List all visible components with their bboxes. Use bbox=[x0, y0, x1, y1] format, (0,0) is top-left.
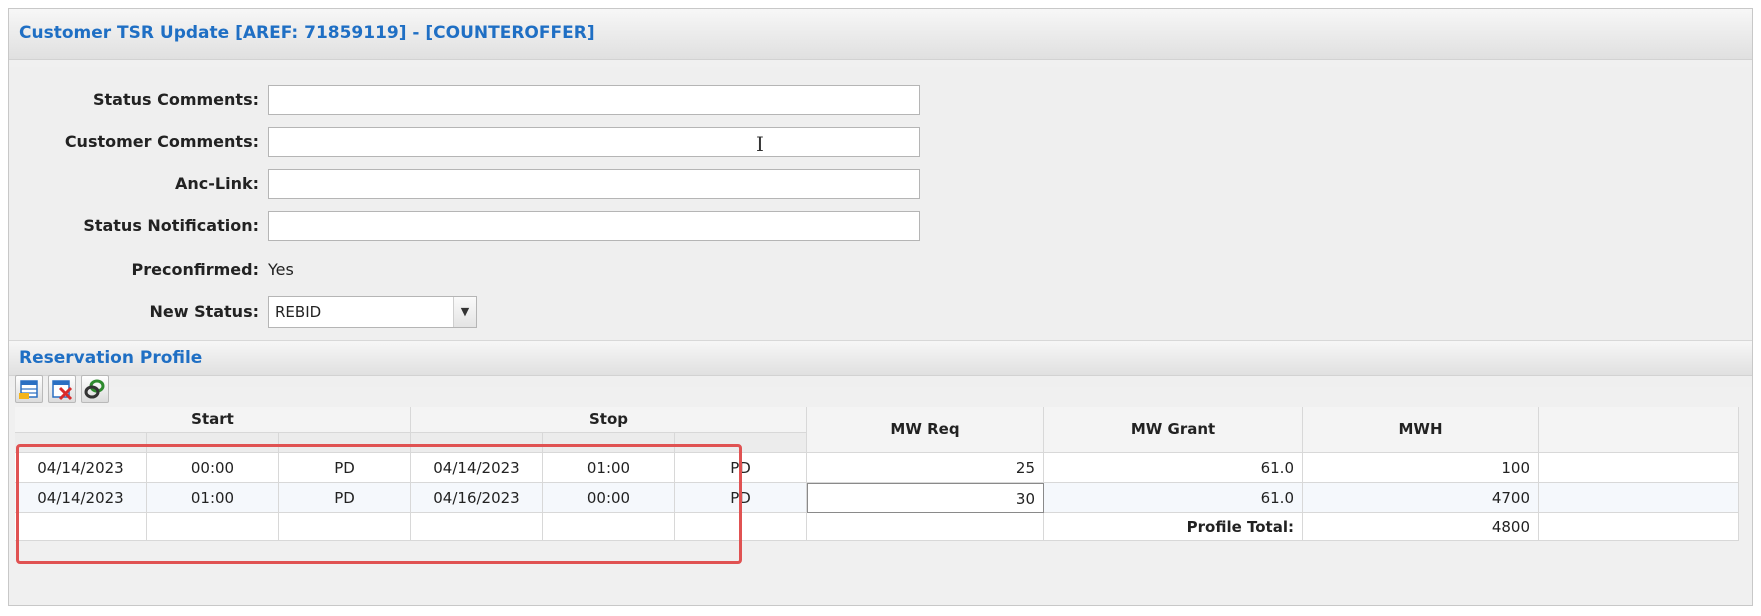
new-status-value: REBID bbox=[275, 303, 322, 321]
status-notification-row: Status Notification: bbox=[9, 209, 1752, 243]
total-filler-2 bbox=[147, 513, 279, 541]
customer-comments-row: Customer Comments: bbox=[9, 125, 1752, 159]
status-notification-label: Status Notification: bbox=[83, 216, 259, 235]
stop-time-subheader bbox=[543, 433, 675, 453]
text-cursor-icon: I bbox=[756, 132, 764, 156]
customer-comments-label: Customer Comments: bbox=[64, 132, 259, 151]
total-filler-3 bbox=[279, 513, 411, 541]
row2-mw-grant[interactable]: 61.0 bbox=[1044, 483, 1303, 513]
total-filler-4 bbox=[411, 513, 543, 541]
row1-start-tz[interactable]: PD bbox=[279, 453, 411, 483]
row1-stop-tz[interactable]: PD bbox=[675, 453, 807, 483]
mw-grant-column-header[interactable]: MW Grant bbox=[1044, 407, 1303, 453]
stop-date-subheader bbox=[411, 433, 543, 453]
new-status-label: New Status: bbox=[149, 302, 259, 321]
update-form: Status Comments: Customer Comments: Anc-… bbox=[9, 67, 1752, 387]
row1-mw-grant[interactable]: 61.0 bbox=[1044, 453, 1303, 483]
row1-mw-req[interactable]: 25 bbox=[807, 453, 1044, 483]
link-icon bbox=[84, 379, 105, 399]
start-tz-subheader bbox=[279, 433, 411, 453]
mwh-column-header[interactable]: MWH bbox=[1303, 407, 1539, 453]
start-column-header[interactable]: Start bbox=[15, 407, 411, 433]
reservation-profile-header: Reservation Profile bbox=[9, 340, 1752, 376]
start-date-subheader bbox=[15, 433, 147, 453]
panel-header: Customer TSR Update [AREF: 71859119] - [… bbox=[9, 9, 1752, 60]
profile-total-label: Profile Total: bbox=[1044, 513, 1303, 541]
row2-mw-req-editor[interactable]: 30 bbox=[807, 483, 1044, 513]
anc-link-row: Anc-Link: bbox=[9, 167, 1752, 201]
delete-row-icon bbox=[52, 380, 73, 401]
stop-column-header[interactable]: Stop bbox=[411, 407, 807, 433]
status-comments-label: Status Comments: bbox=[93, 90, 259, 109]
total-filler-8 bbox=[1539, 513, 1739, 541]
filler-column-header bbox=[1539, 407, 1739, 453]
new-status-select[interactable]: REBID ▼ bbox=[268, 296, 477, 328]
row2-start-tz[interactable]: PD bbox=[279, 483, 411, 513]
preconfirmed-label: Preconfirmed: bbox=[131, 260, 259, 279]
reservation-profile-title: Reservation Profile bbox=[19, 348, 203, 368]
new-status-row: New Status: REBID ▼ bbox=[9, 295, 1752, 329]
row2-stop-time[interactable]: 00:00 bbox=[543, 483, 675, 513]
customer-comments-input[interactable] bbox=[268, 127, 920, 157]
row1-stop-time[interactable]: 01:00 bbox=[543, 453, 675, 483]
row2-start-time[interactable]: 01:00 bbox=[147, 483, 279, 513]
reservation-profile-grid: Start Stop MW Req MW Grant MWH 04/14/202… bbox=[15, 407, 1741, 559]
customer-tsr-update-panel: Customer TSR Update [AREF: 71859119] - [… bbox=[8, 8, 1753, 606]
row1-stop-date[interactable]: 04/14/2023 bbox=[411, 453, 543, 483]
add-row-button[interactable] bbox=[15, 375, 43, 403]
chevron-down-icon[interactable]: ▼ bbox=[453, 297, 476, 327]
row1-filler bbox=[1539, 453, 1739, 483]
preconfirmed-row: Preconfirmed: Yes bbox=[9, 253, 1752, 287]
preconfirmed-value: Yes bbox=[268, 260, 294, 279]
total-filler-6 bbox=[675, 513, 807, 541]
status-comments-row: Status Comments: bbox=[9, 83, 1752, 117]
status-notification-input[interactable] bbox=[268, 211, 920, 241]
row1-start-date[interactable]: 04/14/2023 bbox=[15, 453, 147, 483]
anc-link-input[interactable] bbox=[268, 169, 920, 199]
row2-start-date[interactable]: 04/14/2023 bbox=[15, 483, 147, 513]
total-filler-5 bbox=[543, 513, 675, 541]
profile-total-mwh: 4800 bbox=[1303, 513, 1539, 541]
row1-mwh[interactable]: 100 bbox=[1303, 453, 1539, 483]
total-filler-7 bbox=[807, 513, 1044, 541]
total-filler-1 bbox=[15, 513, 147, 541]
mw-req-column-header[interactable]: MW Req bbox=[807, 407, 1044, 453]
stop-tz-subheader bbox=[675, 433, 807, 453]
start-time-subheader bbox=[147, 433, 279, 453]
add-row-icon bbox=[19, 380, 38, 399]
delete-row-button[interactable] bbox=[48, 375, 76, 403]
row2-stop-tz[interactable]: PD bbox=[675, 483, 807, 513]
anc-link-label: Anc-Link: bbox=[174, 174, 259, 193]
row2-mwh[interactable]: 4700 bbox=[1303, 483, 1539, 513]
row2-stop-date[interactable]: 04/16/2023 bbox=[411, 483, 543, 513]
row2-filler bbox=[1539, 483, 1739, 513]
row1-start-time[interactable]: 00:00 bbox=[147, 453, 279, 483]
link-button[interactable] bbox=[81, 375, 109, 403]
page-title: Customer TSR Update [AREF: 71859119] - [… bbox=[19, 23, 595, 43]
status-comments-input[interactable] bbox=[268, 85, 920, 115]
